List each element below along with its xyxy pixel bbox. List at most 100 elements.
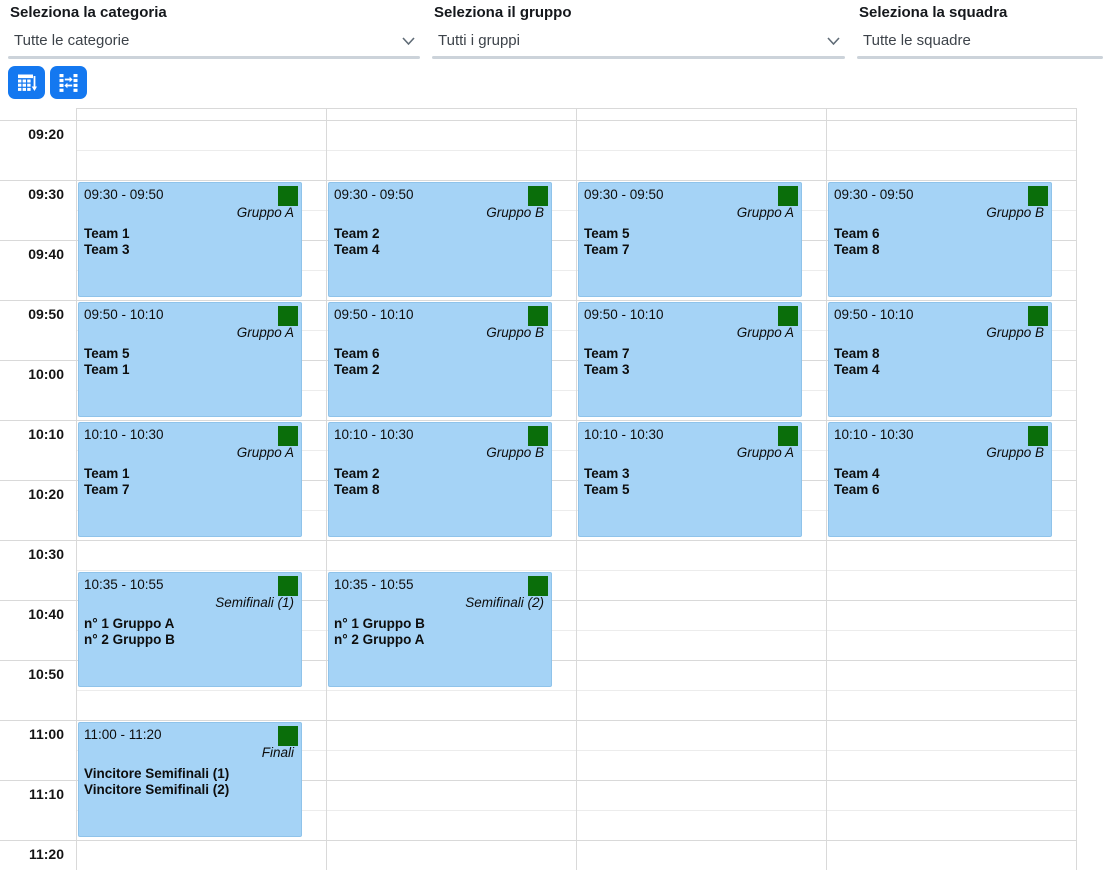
- event-group-label: Gruppo A: [79, 322, 301, 340]
- event-card[interactable]: 10:35 - 10:55Semifinali (2)n° 1 Gruppo B…: [328, 572, 552, 687]
- categoria-underline: [8, 56, 420, 59]
- event-teams: n° 1 Gruppo An° 2 Gruppo B: [79, 610, 301, 648]
- event-group-label: Gruppo B: [329, 202, 551, 220]
- event-status-square-icon: [1028, 426, 1048, 446]
- chevron-down-icon: [827, 37, 840, 46]
- event-card[interactable]: 09:30 - 09:50Gruppo ATeam 1Team 3: [78, 182, 302, 297]
- event-time-range: 10:10 - 10:30: [829, 423, 1051, 442]
- categoria-select[interactable]: Tutte le categorie: [8, 28, 420, 54]
- filter-squadra-label: Seleziona la squadra: [859, 4, 1007, 21]
- grid-line-vertical: [76, 108, 77, 870]
- event-time-range: 09:50 - 10:10: [579, 303, 801, 322]
- event-card[interactable]: 10:10 - 10:30Gruppo ATeam 1Team 7: [78, 422, 302, 537]
- event-time-range: 10:35 - 10:55: [79, 573, 301, 592]
- time-label: 10:20: [0, 486, 64, 502]
- event-status-square-icon: [528, 186, 548, 206]
- filter-categoria: Seleziona la categoria Tutte le categori…: [8, 0, 420, 62]
- event-teams: Vincitore Semifinali (1)Vincitore Semifi…: [79, 760, 301, 798]
- event-teams: Team 4Team 6: [829, 460, 1051, 498]
- event-team-line: Team 4: [834, 466, 1045, 482]
- event-team-line: Vincitore Semifinali (2): [84, 782, 295, 798]
- event-status-square-icon: [778, 186, 798, 206]
- event-team-line: Team 1: [84, 466, 295, 482]
- grid-line-vertical: [326, 108, 327, 870]
- event-card[interactable]: 09:30 - 09:50Gruppo ATeam 5Team 7: [578, 182, 802, 297]
- event-time-range: 09:30 - 09:50: [329, 183, 551, 202]
- grid-line-horizontal-major: [0, 720, 1076, 721]
- event-card[interactable]: 10:10 - 10:30Gruppo ATeam 3Team 5: [578, 422, 802, 537]
- event-time-range: 09:50 - 10:10: [79, 303, 301, 322]
- event-team-line: Team 2: [334, 466, 545, 482]
- event-team-line: n° 2 Gruppo B: [84, 632, 295, 648]
- gruppo-underline: [432, 56, 845, 59]
- event-team-line: Team 7: [584, 242, 795, 258]
- time-label: 10:00: [0, 366, 64, 382]
- event-time-range: 10:10 - 10:30: [329, 423, 551, 442]
- filter-gruppo: Seleziona il gruppo Tutti i gruppi: [432, 0, 845, 62]
- event-card[interactable]: 10:10 - 10:30Gruppo BTeam 4Team 6: [828, 422, 1052, 537]
- table-view-button[interactable]: [8, 66, 45, 99]
- event-team-line: Team 8: [834, 346, 1045, 362]
- event-group-label: Semifinali (1): [79, 592, 301, 610]
- event-team-line: Team 3: [84, 242, 295, 258]
- gruppo-select[interactable]: Tutti i gruppi: [432, 28, 845, 54]
- squadra-select[interactable]: Tutte le squadre: [857, 28, 1103, 54]
- event-teams: Team 7Team 3: [579, 340, 801, 378]
- event-time-range: 09:30 - 09:50: [829, 183, 1051, 202]
- event-status-square-icon: [528, 306, 548, 326]
- event-teams: Team 5Team 1: [79, 340, 301, 378]
- time-label: 09:50: [0, 306, 64, 322]
- event-card[interactable]: 09:50 - 10:10Gruppo ATeam 5Team 1: [78, 302, 302, 417]
- event-group-label: Gruppo A: [579, 442, 801, 460]
- event-group-label: Gruppo A: [579, 322, 801, 340]
- categoria-selected-value: Tutte le categorie: [14, 32, 129, 49]
- filter-gruppo-label: Seleziona il gruppo: [434, 4, 572, 21]
- event-team-line: Team 7: [84, 482, 295, 498]
- rows-swap-icon: [58, 72, 79, 93]
- time-label: 10:50: [0, 666, 64, 682]
- event-team-line: Team 7: [584, 346, 795, 362]
- event-card[interactable]: 11:00 - 11:20FinaliVincitore Semifinali …: [78, 722, 302, 837]
- event-team-line: Team 8: [334, 482, 545, 498]
- event-team-line: Team 6: [334, 346, 545, 362]
- event-group-label: Semifinali (2): [329, 592, 551, 610]
- event-card[interactable]: 09:50 - 10:10Gruppo BTeam 8Team 4: [828, 302, 1052, 417]
- event-time-range: 09:50 - 10:10: [329, 303, 551, 322]
- event-teams: Team 3Team 5: [579, 460, 801, 498]
- event-team-line: Team 5: [84, 346, 295, 362]
- event-teams: n° 1 Gruppo Bn° 2 Gruppo A: [329, 610, 551, 648]
- event-card[interactable]: 09:50 - 10:10Gruppo BTeam 6Team 2: [328, 302, 552, 417]
- time-label: 09:20: [0, 126, 64, 142]
- event-team-line: Team 5: [584, 226, 795, 242]
- event-group-label: Gruppo A: [79, 202, 301, 220]
- event-team-line: Team 6: [834, 482, 1045, 498]
- squadra-selected-value: Tutte le squadre: [863, 32, 971, 49]
- squadra-underline: [857, 56, 1103, 59]
- filter-squadra: Seleziona la squadra Tutte le squadre: [857, 0, 1103, 62]
- filter-categoria-label: Seleziona la categoria: [10, 4, 167, 21]
- event-team-line: Vincitore Semifinali (1): [84, 766, 295, 782]
- swap-order-button[interactable]: [50, 66, 87, 99]
- event-status-square-icon: [278, 576, 298, 596]
- event-group-label: Gruppo B: [829, 202, 1051, 220]
- event-card[interactable]: 09:30 - 09:50Gruppo BTeam 2Team 4: [328, 182, 552, 297]
- event-team-line: n° 1 Gruppo B: [334, 616, 545, 632]
- event-card[interactable]: 09:50 - 10:10Gruppo ATeam 7Team 3: [578, 302, 802, 417]
- event-status-square-icon: [1028, 186, 1048, 206]
- event-team-line: Team 5: [584, 482, 795, 498]
- grid-line-horizontal-major: [0, 180, 1076, 181]
- time-label: 11:10: [0, 786, 64, 802]
- grid-line-horizontal-major: [0, 120, 1076, 121]
- event-card[interactable]: 10:35 - 10:55Semifinali (1)n° 1 Gruppo A…: [78, 572, 302, 687]
- grid-line-horizontal-major: [0, 300, 1076, 301]
- event-group-label: Gruppo A: [579, 202, 801, 220]
- event-time-range: 11:00 - 11:20: [79, 723, 301, 742]
- event-card[interactable]: 10:10 - 10:30Gruppo BTeam 2Team 8: [328, 422, 552, 537]
- grid-line-vertical: [576, 108, 577, 870]
- event-status-square-icon: [278, 306, 298, 326]
- table-arrow-down-icon: [16, 72, 37, 93]
- grid-line-horizontal-major: [0, 540, 1076, 541]
- chevron-down-icon: [402, 37, 415, 46]
- event-team-line: n° 2 Gruppo A: [334, 632, 545, 648]
- event-card[interactable]: 09:30 - 09:50Gruppo BTeam 6Team 8: [828, 182, 1052, 297]
